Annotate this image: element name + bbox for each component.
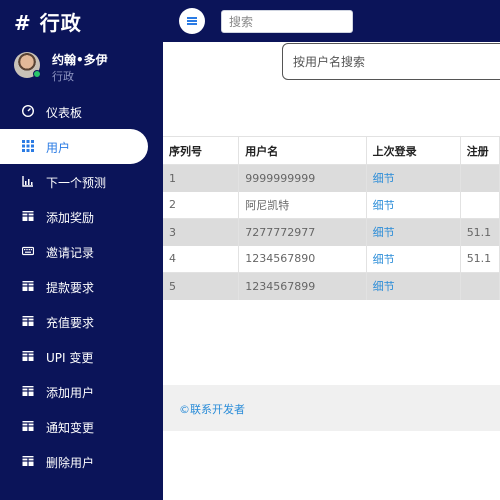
table-row: 5 1234567899 细节 <box>163 272 500 300</box>
sidebar-item-add-user[interactable]: 添加用户 <box>0 374 163 409</box>
cell-username: 1234567890 <box>238 245 367 273</box>
table-icon <box>22 211 34 221</box>
table-icon <box>22 456 34 466</box>
column-header-serial: 序列号 <box>163 136 240 165</box>
username-search-input[interactable] <box>282 43 500 80</box>
details-link[interactable]: 细节 <box>373 253 395 266</box>
sidebar-item-upi-change[interactable]: UPI 变更 <box>0 339 163 374</box>
contact-developer-link[interactable]: ©联系开发者 <box>179 401 245 417</box>
cell-serial: 1 <box>163 164 240 192</box>
users-icon <box>22 140 34 152</box>
sidebar-item-label: UPI 变更 <box>46 351 94 365</box>
details-link[interactable]: 细节 <box>373 226 395 239</box>
cell-serial: 2 <box>163 191 240 219</box>
cell-username: 9999999999 <box>238 164 367 192</box>
details-link[interactable]: 细节 <box>373 280 395 293</box>
details-link[interactable]: 细节 <box>373 172 395 185</box>
cell-registration: 51.1 <box>460 245 500 273</box>
cell-registration <box>460 272 500 300</box>
table-header-row: 序列号 用户名 上次登录 注册 <box>163 136 500 165</box>
sidebar-item-label: 添加用户 <box>46 386 95 400</box>
cell-username: 7277772977 <box>238 218 367 246</box>
details-link[interactable]: 细节 <box>373 199 395 212</box>
table-row: 3 7277772977 细节 51.1 <box>163 218 500 246</box>
online-status-icon <box>33 70 41 78</box>
sidebar-item-label: 添加奖励 <box>46 211 95 225</box>
chart-icon <box>22 176 33 187</box>
sidebar-item-label: 删除用户 <box>46 456 95 470</box>
table-icon <box>22 351 34 361</box>
cell-registration: 51.1 <box>460 218 500 246</box>
sidebar-item-invite-records[interactable]: 邀请记录 <box>0 234 163 269</box>
column-header-last-login: 上次登录 <box>366 136 461 165</box>
cell-registration <box>460 191 500 219</box>
sidebar: 约翰•多伊 行政 仪表板 用户 下一个预测 添加奖励 邀请记录 提款要求 充值要… <box>0 42 163 500</box>
sidebar-item-label: 仪表板 <box>46 106 83 120</box>
column-header-username: 用户名 <box>238 136 367 165</box>
table-row: 1 9999999999 细节 <box>163 164 500 192</box>
table-icon <box>22 316 34 326</box>
sidebar-item-delete-user[interactable]: 删除用户 <box>0 444 163 479</box>
brand-title: # 行政 <box>14 11 82 35</box>
sidebar-item-label: 邀请记录 <box>46 246 95 260</box>
cell-registration <box>460 164 500 192</box>
dashboard-icon <box>22 105 34 117</box>
menu-toggle-button[interactable] <box>179 8 205 34</box>
sidebar-item-label: 用户 <box>46 141 71 155</box>
table-icon <box>22 386 34 396</box>
table-row: 2 阿尼凯特 细节 <box>163 191 500 219</box>
cell-username: 阿尼凯特 <box>238 191 367 219</box>
sidebar-item-label: 充值要求 <box>46 316 95 330</box>
profile-role: 行政 <box>52 70 74 83</box>
profile-name: 约翰•多伊 <box>52 53 108 67</box>
top-navbar: # 行政 <box>0 0 500 42</box>
hamburger-icon <box>187 17 197 25</box>
users-table: 序列号 用户名 上次登录 注册 1 9999999999 细节 2 阿尼凯特 细… <box>163 136 500 300</box>
table-row: 4 1234567890 细节 51.1 <box>163 245 500 273</box>
footer: ©联系开发者 <box>163 385 500 431</box>
sidebar-item-label: 提款要求 <box>46 281 95 295</box>
sidebar-item-withdraw-requests[interactable]: 提款要求 <box>0 269 163 304</box>
column-header-registration: 注册 <box>460 136 500 165</box>
sidebar-item-label: 下一个预测 <box>46 176 107 190</box>
sidebar-item-label: 通知变更 <box>46 421 95 435</box>
cell-serial: 3 <box>163 218 240 246</box>
cell-username: 1234567899 <box>238 272 367 300</box>
sidebar-item-add-reward[interactable]: 添加奖励 <box>0 199 163 234</box>
sidebar-item-next-prediction[interactable]: 下一个预测 <box>0 164 163 199</box>
sidebar-item-dashboard[interactable]: 仪表板 <box>0 94 163 129</box>
sidebar-item-notification-change[interactable]: 通知变更 <box>0 409 163 444</box>
search-input[interactable] <box>221 10 353 33</box>
table-icon <box>22 421 34 431</box>
sidebar-item-users[interactable]: 用户 <box>0 129 148 164</box>
cell-serial: 4 <box>163 245 240 273</box>
cell-serial: 5 <box>163 272 240 300</box>
keyboard-icon <box>22 246 34 256</box>
sidebar-item-recharge-requests[interactable]: 充值要求 <box>0 304 163 339</box>
table-icon <box>22 281 34 291</box>
